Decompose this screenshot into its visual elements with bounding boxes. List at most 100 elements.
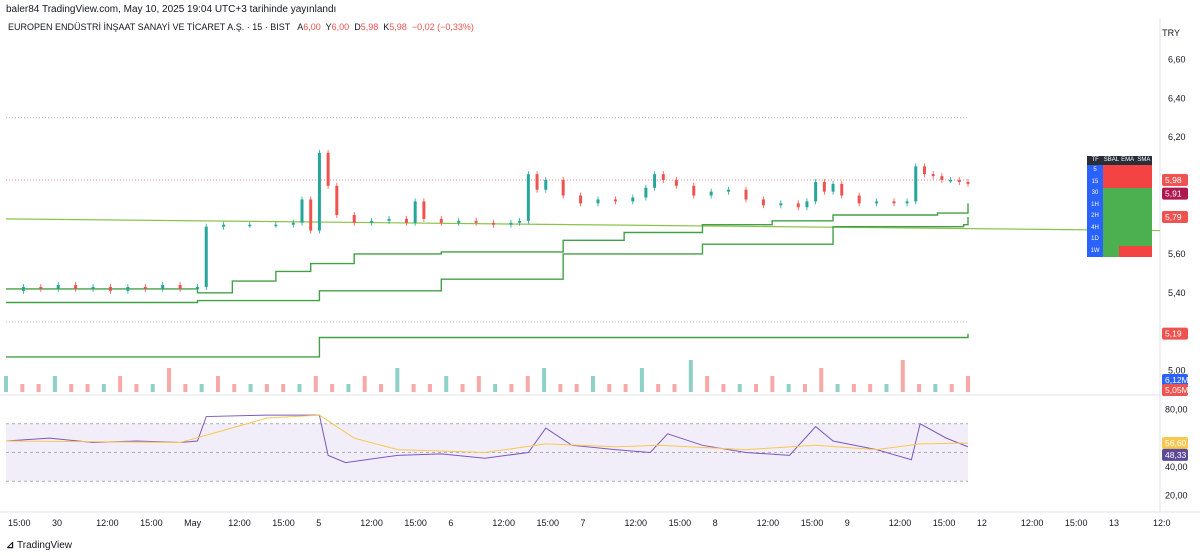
volume-bar xyxy=(330,384,335,392)
candle-body xyxy=(840,183,844,196)
candle-body xyxy=(413,201,417,223)
volume-bar xyxy=(346,384,351,392)
volume-bar xyxy=(85,384,90,392)
candle-body xyxy=(892,201,896,204)
volume-bar xyxy=(183,384,188,392)
candle-body xyxy=(56,285,60,289)
volume-bar xyxy=(786,384,791,392)
volume-bar xyxy=(313,376,318,392)
volume-bar xyxy=(248,384,253,392)
time-tick: 15:00 xyxy=(8,518,31,528)
rsi-label: 56,60 xyxy=(1165,438,1187,448)
candle-body xyxy=(291,222,295,225)
time-tick: 30 xyxy=(52,518,62,528)
candle-body xyxy=(317,152,321,231)
volume-bar xyxy=(542,368,547,392)
volume-bar xyxy=(851,384,856,392)
volume-bar xyxy=(69,384,74,392)
volume-bar xyxy=(574,384,579,392)
candle-body xyxy=(661,174,665,180)
volume-label: 6,12M xyxy=(1165,375,1189,385)
tradingview-logo[interactable]: ⊿ TradingView xyxy=(6,540,72,551)
candle-body xyxy=(905,201,909,204)
volume-bar xyxy=(362,376,367,392)
candle-body xyxy=(692,185,696,196)
tf-header-2: EMA xyxy=(1121,157,1135,163)
price-tick: 6,40 xyxy=(1168,93,1186,103)
candle-body xyxy=(796,203,800,208)
volume-bar xyxy=(705,376,710,392)
time-tick: 12:00 xyxy=(625,518,648,528)
volume-bar xyxy=(4,376,8,392)
tf-cell-green xyxy=(1119,188,1136,200)
rsi-tick: 20,00 xyxy=(1165,491,1188,501)
candle-body xyxy=(535,174,539,190)
candle-body xyxy=(949,180,953,182)
candle-body xyxy=(805,201,809,208)
candle-body xyxy=(509,222,513,225)
volume-bar xyxy=(444,376,449,392)
tf-row-label: 1H xyxy=(1087,199,1103,211)
candle-body xyxy=(474,220,478,223)
rsi-tick: 40,00 xyxy=(1165,462,1188,472)
time-tick: 12:00 xyxy=(360,518,383,528)
volume-bar xyxy=(493,384,498,392)
candle-body xyxy=(922,166,926,175)
timeframe-table: TF SBAL EMA SMA 5 15 30 1H 2H 4H 1D 1W xyxy=(1087,156,1152,257)
volume-bar xyxy=(476,376,481,392)
tf-cell-green xyxy=(1135,199,1152,211)
volume-bar xyxy=(770,376,775,392)
candle-body xyxy=(931,174,935,177)
price-tick: 6,20 xyxy=(1168,132,1186,142)
price-label: 5,98 xyxy=(1165,175,1182,185)
volume-bar xyxy=(558,384,563,392)
tf-header-0: TF xyxy=(1091,157,1099,163)
candle-body xyxy=(814,181,818,202)
tf-row-label: 1W xyxy=(1087,245,1103,257)
time-tick: 8 xyxy=(713,518,718,528)
volume-bar xyxy=(460,384,465,392)
volume-bar xyxy=(835,384,840,392)
candle-body xyxy=(21,286,25,291)
volume-bar xyxy=(737,384,742,392)
time-tick: 15:00 xyxy=(536,518,559,528)
time-tick: 12:0 xyxy=(1153,518,1171,528)
tf-header-3: SMA xyxy=(1137,157,1151,163)
candle-body xyxy=(544,180,548,190)
volume-bar xyxy=(427,384,432,392)
price-tick: 5,60 xyxy=(1168,249,1186,259)
timeframe-table-header: TF SBAL EMA SMA xyxy=(1087,156,1152,165)
volume-bar xyxy=(101,384,106,392)
volume-bar xyxy=(118,376,123,392)
trailing-stop-long xyxy=(6,333,969,358)
candle-body xyxy=(387,218,391,221)
time-tick: 12 xyxy=(977,518,987,528)
tf-row: 4H xyxy=(1087,222,1152,234)
candle-body xyxy=(761,199,765,206)
footer-label: TradingView xyxy=(17,540,73,551)
price-label: 5,91 xyxy=(1165,189,1182,199)
price-chart[interactable]: 6,606,406,205,605,405,0080,0040,0020,005… xyxy=(0,0,1200,556)
price-label: 5,19 xyxy=(1165,329,1182,339)
tf-cell-green xyxy=(1135,188,1152,200)
time-tick: 12:00 xyxy=(492,518,515,528)
candle-body xyxy=(326,152,330,186)
candle-body xyxy=(439,218,443,223)
tf-cell-red xyxy=(1103,176,1120,188)
volume-bar xyxy=(199,384,204,392)
time-tick: 15:00 xyxy=(669,518,692,528)
candle-body xyxy=(940,176,944,180)
candle-body xyxy=(274,224,278,227)
tf-cell-green xyxy=(1119,222,1136,234)
volume-bar xyxy=(802,384,807,392)
candle-body xyxy=(248,224,252,227)
chart-window: baler84 TradingView.com, May 10, 2025 19… xyxy=(0,0,1200,556)
tf-cell-red xyxy=(1135,165,1152,177)
rsi-tick: 80,00 xyxy=(1165,404,1188,414)
volume-bar xyxy=(868,384,873,392)
price-label: 5,79 xyxy=(1165,212,1182,222)
tf-cell-green xyxy=(1135,211,1152,223)
tf-cell-green xyxy=(1103,199,1120,211)
volume-bar xyxy=(232,384,237,392)
volume-bar xyxy=(884,384,889,392)
